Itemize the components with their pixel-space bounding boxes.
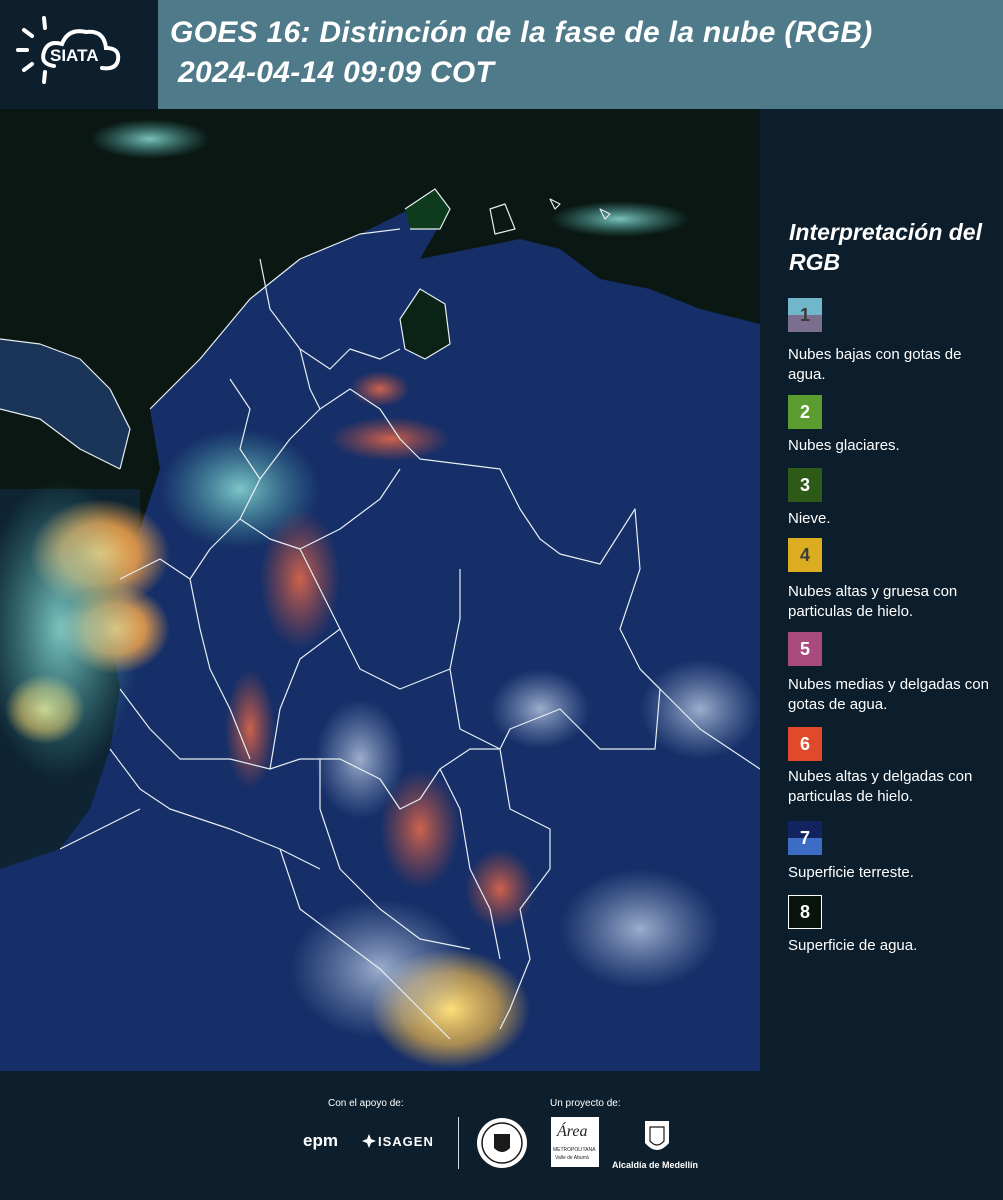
legend-swatch-6: 6 <box>788 727 822 761</box>
alcaldia-text: Alcaldía de Medellín <box>612 1160 699 1170</box>
area-logo-text: Área <box>557 1123 588 1140</box>
isagen-logo: ISAGEN <box>378 1134 434 1149</box>
satellite-map <box>0 109 760 1071</box>
cloud-high-thin <box>225 669 275 789</box>
legend-swatch-1: 1 <box>788 298 822 332</box>
area-logo-subtext: METROPOLITANA <box>553 1147 596 1153</box>
legend-swatch-5: 5 <box>788 632 822 666</box>
title-line-2: 2024-04-14 09:09 COT <box>178 56 495 89</box>
cloud-high-thin <box>260 509 340 649</box>
footer-divider <box>458 1117 459 1169</box>
epm-logo: epm <box>303 1131 338 1150</box>
legend-label-1: Nubes bajas con gotas de agua. <box>788 346 962 383</box>
area-logo-subtext-2: Valle de Aburrá <box>555 1155 589 1161</box>
legend-label-5: Nubes medias y delgadas con gotas de agu… <box>788 676 989 713</box>
legend-label-8: Superficie de agua. <box>788 937 918 954</box>
siata-logo-icon: SIATA <box>16 16 121 84</box>
cloud-low-water <box>550 201 690 237</box>
project-caption: Un proyecto de: <box>550 1098 621 1109</box>
medellin-seal-icon <box>477 1118 527 1168</box>
cloud-low-water <box>560 869 720 989</box>
legend-label-3: Nieve. <box>788 510 831 527</box>
isagen-logo-icon <box>362 1134 376 1148</box>
title-line-1: GOES 16: Distinción de la fase de la nub… <box>170 16 873 49</box>
legend-panel: Interpretación del RGB 1 Nubes bajas con… <box>760 109 1003 1071</box>
cloud-high-thin <box>350 371 410 407</box>
footer: Con el apoyo de: Un proyecto de: epm ISA… <box>0 1071 1003 1200</box>
logo-text: SIATA <box>50 46 98 65</box>
legend-label-6: Nubes altas y delgadas con particulas de… <box>788 768 973 805</box>
alcaldia-shield-icon <box>645 1121 669 1150</box>
legend-swatch-7: 7 <box>788 821 822 855</box>
area-metropolitana-logo: Área METROPOLITANA Valle de Aburrá <box>551 1117 599 1167</box>
legend-label-2: Nubes glaciares. <box>788 437 900 454</box>
legend-label-4: Nubes altas y gruesa con particulas de h… <box>788 583 958 620</box>
legend-swatch-8: 8 <box>788 895 822 929</box>
legend-swatch-3: 3 <box>788 468 822 502</box>
legend-title: Interpretación del RGB <box>789 219 982 275</box>
header: SIATA GOES 16: Distinción de la fase de … <box>0 0 1003 109</box>
cloud-high-thin <box>380 769 460 889</box>
cloud-low-water <box>490 669 590 749</box>
legend-label-7: Superficie terreste. <box>788 864 914 881</box>
support-caption: Con el apoyo de: <box>328 1098 404 1109</box>
legend-swatch-4: 4 <box>788 538 822 572</box>
legend-swatch-2: 2 <box>788 395 822 429</box>
cloud-low-water <box>90 119 210 159</box>
cloud-high-thin <box>465 849 535 929</box>
